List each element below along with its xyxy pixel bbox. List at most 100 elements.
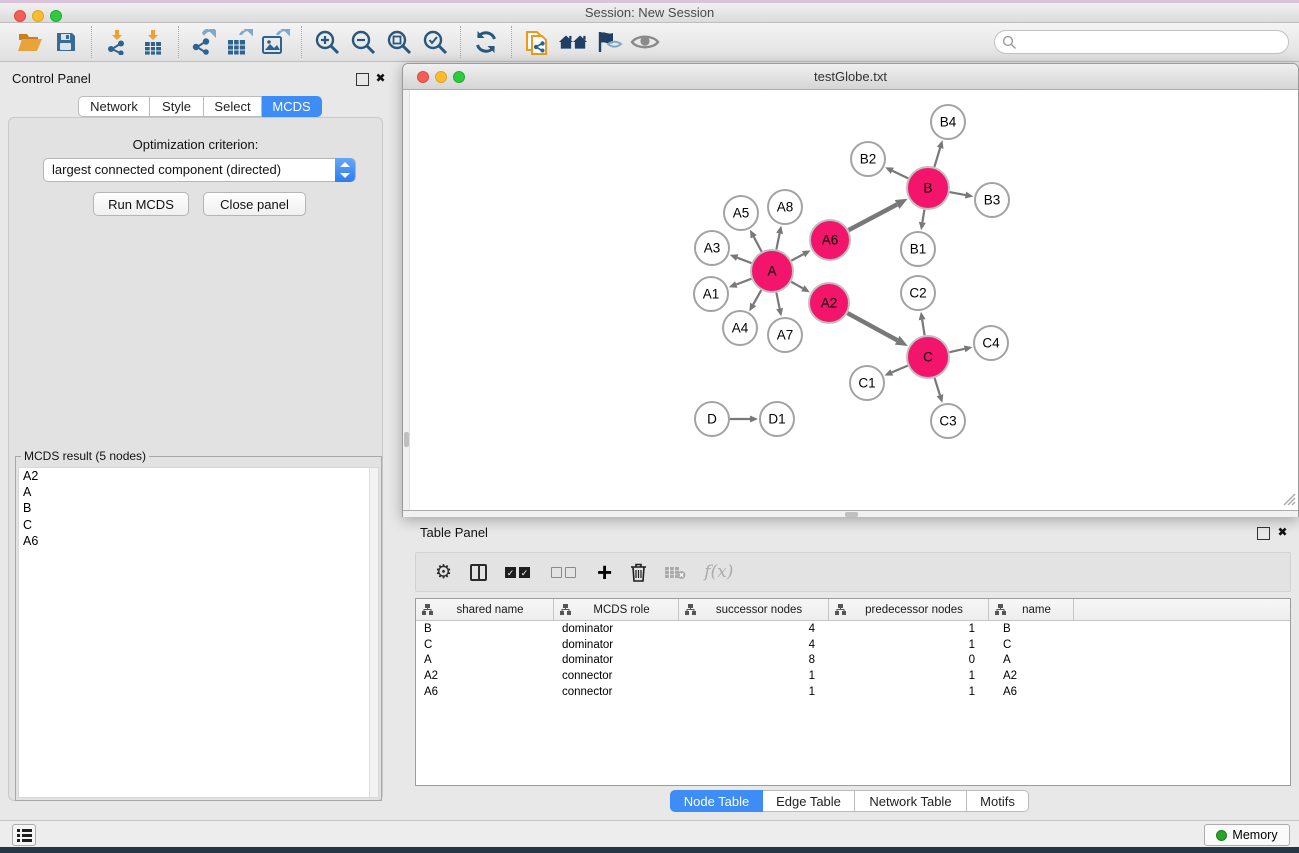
column-header-shared-name[interactable]: shared name (416, 599, 554, 620)
graph-node-B[interactable]: B (907, 167, 949, 209)
table-row[interactable]: A6connector11A6 (416, 684, 1290, 700)
clone-network-icon[interactable] (522, 28, 552, 56)
graph-node-A1[interactable]: A1 (694, 277, 728, 311)
tab-motifs[interactable]: Motifs (967, 790, 1029, 812)
resize-grip[interactable] (1283, 493, 1296, 506)
home-icon[interactable] (558, 28, 588, 56)
deselect-all-icon[interactable] (551, 567, 579, 578)
graph-node-C1[interactable]: C1 (850, 366, 884, 400)
graph-node-A3[interactable]: A3 (695, 231, 729, 265)
result-item[interactable]: B (19, 500, 378, 516)
table-row[interactable]: Bdominator41B (416, 621, 1290, 637)
zoom-selected-icon[interactable] (420, 28, 450, 56)
svg-text:A5: A5 (733, 206, 750, 221)
import-network-icon[interactable] (102, 28, 132, 56)
result-item[interactable]: C (19, 517, 378, 533)
add-column-icon[interactable]: + (597, 562, 612, 582)
close-panel-button[interactable]: Close panel (203, 192, 306, 216)
table-row[interactable]: A2connector11A2 (416, 668, 1290, 684)
hide-selected-icon[interactable] (594, 28, 624, 56)
control-panel-close-button[interactable]: ✖ (374, 72, 387, 85)
graph-node-B2[interactable]: B2 (851, 142, 885, 176)
search-field[interactable] (994, 30, 1289, 54)
graph-node-C[interactable]: C (907, 336, 949, 378)
graph-node-B3[interactable]: B3 (975, 183, 1009, 217)
graph-node-A2[interactable]: A2 (809, 283, 849, 323)
graph-node-A5[interactable]: A5 (724, 196, 758, 230)
column-header-predecessor-nodes[interactable]: predecessor nodes (829, 599, 989, 620)
tab-edge-table[interactable]: Edge Table (763, 790, 855, 812)
criterion-dropdown[interactable]: largest connected component (directed) (43, 158, 356, 182)
table-body: Bdominator41BCdominator41CAdominator80AA… (416, 621, 1290, 700)
graph-node-B1[interactable]: B1 (901, 232, 935, 266)
zoom-in-icon[interactable] (312, 28, 342, 56)
horizontal-scroll-thumb[interactable] (845, 512, 858, 517)
result-item[interactable]: A6 (19, 533, 378, 549)
table-panel-close-button[interactable]: ✖ (1276, 526, 1289, 539)
export-network-icon[interactable] (189, 28, 219, 56)
node-table[interactable]: shared nameMCDS rolesuccessor nodesprede… (415, 598, 1291, 786)
columns-icon[interactable] (470, 564, 487, 581)
graph-node-D[interactable]: D (695, 402, 729, 436)
memory-button[interactable]: Memory (1204, 824, 1290, 846)
result-item[interactable]: A (19, 484, 378, 500)
graph-node-C3[interactable]: C3 (931, 404, 965, 438)
svg-text:A7: A7 (777, 328, 794, 343)
import-table-icon[interactable] (138, 28, 168, 56)
control-panel-float-button[interactable] (356, 73, 369, 86)
graph-node-D1[interactable]: D1 (760, 402, 794, 436)
search-input[interactable] (1017, 34, 1288, 50)
mcds-result-list[interactable]: A2ABCA6 (18, 467, 379, 798)
table-row[interactable]: Adominator80A (416, 653, 1290, 669)
zoom-out-icon[interactable] (348, 28, 378, 56)
desktop-edge-strip (0, 847, 1299, 853)
tab-network-table[interactable]: Network Table (855, 790, 967, 812)
run-mcds-button[interactable]: Run MCDS (93, 192, 189, 216)
select-all-icon[interactable]: ✓✓ (505, 567, 533, 578)
save-session-icon[interactable] (51, 28, 81, 56)
task-history-button[interactable] (12, 824, 36, 846)
tab-node-table[interactable]: Node Table (670, 790, 763, 812)
export-table-icon[interactable] (225, 28, 255, 56)
result-item[interactable]: A2 (19, 468, 378, 484)
zoom-fit-icon[interactable] (384, 28, 414, 56)
graph-node-A7[interactable]: A7 (768, 318, 802, 352)
open-session-icon[interactable] (15, 28, 45, 56)
dropdown-stepper[interactable] (335, 158, 355, 182)
network-graph-canvas[interactable]: A A1 A2 A3 A4 A5 A6 A7 A8 B B1 B2 B3 B4 C C1 C2 C3 C4 D D1 (407, 90, 1299, 510)
gear-icon[interactable]: ⚙ (435, 561, 452, 583)
table-cell: 1 (679, 686, 829, 698)
network-window-titlebar[interactable]: testGlobe.txt (403, 64, 1298, 90)
column-header-successor-nodes[interactable]: successor nodes (679, 599, 829, 620)
network-horizontal-scrollbar[interactable] (403, 510, 1298, 517)
column-header-MCDS-role[interactable]: MCDS role (554, 599, 679, 620)
vertical-scroll-thumb[interactable] (404, 432, 409, 447)
table-panel-float-button[interactable] (1257, 527, 1270, 540)
refresh-icon[interactable] (471, 28, 501, 56)
graph-node-A6[interactable]: A6 (810, 220, 850, 260)
tab-mcds[interactable]: MCDS (262, 96, 322, 117)
tab-style[interactable]: Style (150, 96, 204, 117)
tab-network[interactable]: Network (78, 96, 150, 117)
graph-edge-A-A3 (737, 258, 751, 263)
show-hidden-icon[interactable] (630, 28, 660, 56)
graph-node-A4[interactable]: A4 (723, 311, 757, 345)
graph-node-B4[interactable]: B4 (931, 105, 965, 139)
graph-node-A8[interactable]: A8 (768, 190, 802, 224)
svg-text:A4: A4 (732, 321, 749, 336)
graph-node-C4[interactable]: C4 (974, 326, 1008, 360)
svg-text:A2: A2 (821, 296, 838, 311)
graph-node-C2[interactable]: C2 (901, 276, 935, 310)
table-row[interactable]: Cdominator41C (416, 637, 1290, 653)
network-vertical-scrollbar[interactable] (403, 90, 410, 510)
optimization-criterion-label: Optimization criterion: (9, 137, 382, 152)
export-image-icon[interactable] (261, 28, 291, 56)
table-cell: connector (554, 670, 679, 682)
result-scrollbar[interactable] (369, 468, 378, 797)
graph-node-A[interactable]: A (751, 250, 793, 292)
tab-select[interactable]: Select (204, 96, 262, 117)
delete-icon[interactable] (630, 562, 647, 582)
mcds-result-title: MCDS result (5 nodes) (21, 449, 149, 463)
main-titlebar[interactable]: Session: New Session (0, 3, 1299, 23)
column-header-name[interactable]: name (989, 599, 1074, 620)
